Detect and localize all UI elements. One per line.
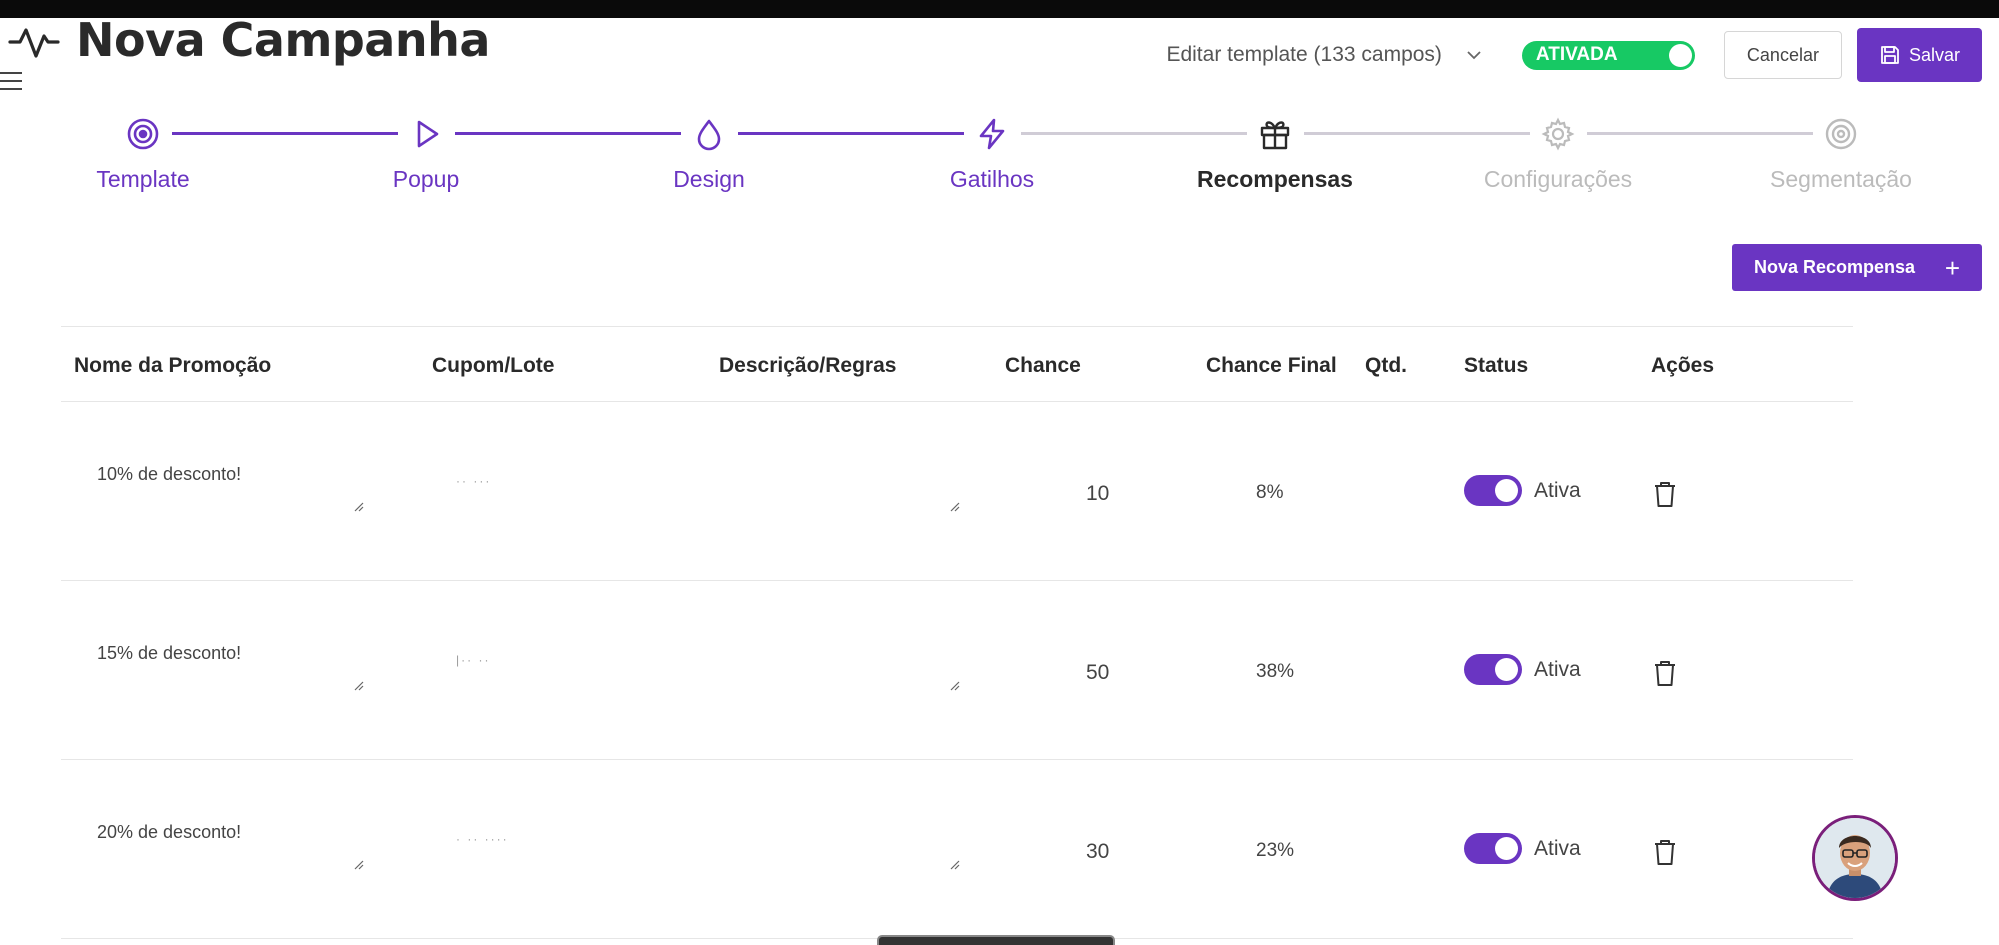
col-quantity: Qtd. [1365, 354, 1407, 377]
step-rewards[interactable]: Recompensas [1155, 110, 1395, 193]
new-reward-label: Nova Recompensa [1754, 257, 1916, 277]
step-label: Segmentação [1770, 166, 1912, 192]
activation-label: ATIVADA [1535, 44, 1618, 65]
save-icon [1881, 46, 1899, 64]
toggle-knob [1495, 479, 1518, 502]
page-title: Nova Campanha [76, 13, 490, 67]
lightning-icon [979, 118, 1005, 150]
rewards-table: Nome da Promoção Cupom/Lote Descrição/Re… [61, 326, 1853, 939]
chance-value[interactable]: 50 [1086, 661, 1109, 685]
final-chance-value: 38% [1256, 661, 1295, 682]
target-icon [1825, 118, 1857, 150]
header-actions: Editar template (133 campos) ATIVADA Can… [1166, 28, 1982, 82]
target-icon [127, 118, 159, 150]
status-label: Ativa [1534, 478, 1581, 502]
status-label: Ativa [1534, 657, 1581, 681]
person-avatar-icon [1815, 818, 1895, 898]
bottom-overlay-tab[interactable] [877, 935, 1115, 945]
play-icon [417, 120, 439, 148]
col-description: Descrição/Regras [719, 354, 897, 377]
coupon-field[interactable]: |·· ·· [456, 653, 490, 667]
toggle-knob [1495, 837, 1518, 860]
status-label: Ativa [1534, 836, 1581, 860]
save-button[interactable]: Salvar [1856, 28, 1982, 82]
template-select[interactable]: Editar template (133 campos) [1166, 43, 1483, 67]
step-triggers[interactable]: Gatilhos [872, 110, 1112, 193]
step-template[interactable]: Template [23, 110, 263, 193]
resize-handle-icon[interactable] [950, 681, 960, 691]
col-actions: Ações [1651, 354, 1715, 377]
page-header: Nova Campanha [6, 12, 490, 68]
activation-toggle[interactable]: ATIVADA [1521, 40, 1695, 70]
chance-value[interactable]: 30 [1086, 840, 1109, 864]
status-cell: Ativa [1464, 833, 1581, 864]
chance-value[interactable]: 10 [1086, 482, 1109, 506]
new-reward-button[interactable]: Nova Recompensa + [1732, 244, 1982, 291]
final-chance-value: 23% [1256, 840, 1295, 861]
step-label: Design [673, 166, 745, 192]
promo-name-field[interactable]: 15% de desconto! [97, 643, 364, 703]
col-chance: Chance [1005, 354, 1081, 377]
gift-icon [1260, 121, 1290, 150]
cancel-button[interactable]: Cancelar [1723, 31, 1842, 79]
resize-handle-icon[interactable] [950, 502, 960, 512]
table-row: 20% de desconto! · ·· ···· 30 23% Ativa [61, 760, 1853, 939]
step-design[interactable]: Design [589, 110, 829, 193]
status-cell: Ativa [1464, 654, 1581, 685]
status-toggle[interactable] [1464, 654, 1522, 685]
support-avatar[interactable] [1812, 815, 1898, 901]
table-header: Nome da Promoção Cupom/Lote Descrição/Re… [61, 326, 1853, 402]
gear-icon [1541, 117, 1575, 151]
droplet-icon [697, 119, 721, 151]
chevron-down-icon [1467, 51, 1481, 60]
step-label: Gatilhos [949, 166, 1035, 192]
menu-icon[interactable] [0, 70, 24, 92]
resize-handle-icon[interactable] [354, 860, 364, 870]
col-promo-name: Nome da Promoção [74, 354, 272, 377]
activity-icon [6, 12, 62, 68]
campaign-stepper: Template Popup Design Gatilhos Recompens… [0, 110, 1999, 200]
promo-name-text: 20% de desconto! [97, 822, 242, 842]
status-toggle[interactable] [1464, 833, 1522, 864]
template-select-label: Editar template (133 campos) [1166, 43, 1442, 66]
step-label: Recompensas [1197, 166, 1353, 192]
final-chance-value: 8% [1256, 482, 1284, 503]
toggle-knob [1495, 658, 1518, 681]
coupon-field[interactable]: ·· ··· [456, 474, 491, 488]
coupon-field[interactable]: · ·· ···· [456, 832, 509, 846]
step-label: Template [96, 166, 190, 192]
promo-name-field[interactable]: 10% de desconto! [97, 464, 364, 524]
resize-handle-icon[interactable] [354, 502, 364, 512]
step-settings[interactable]: Configurações [1438, 110, 1678, 193]
step-label: Popup [392, 166, 460, 192]
toggle-knob [1668, 43, 1692, 67]
step-segmentation[interactable]: Segmentação [1721, 110, 1961, 193]
save-label: Salvar [1908, 44, 1960, 65]
resize-handle-icon[interactable] [950, 860, 960, 870]
trash-icon[interactable] [1652, 659, 1678, 687]
table-row: 15% de desconto! |·· ·· 50 38% Ativa [61, 581, 1853, 760]
trash-icon[interactable] [1652, 480, 1678, 508]
trash-icon[interactable] [1652, 838, 1678, 866]
promo-name-text: 15% de desconto! [97, 643, 242, 663]
resize-handle-icon[interactable] [354, 681, 364, 691]
promo-name-field[interactable]: 20% de desconto! [97, 822, 364, 882]
step-popup[interactable]: Popup [306, 110, 546, 193]
promo-name-text: 10% de desconto! [97, 464, 242, 484]
status-cell: Ativa [1464, 475, 1581, 506]
plus-icon: + [1944, 252, 1960, 283]
table-row: 10% de desconto! ·· ··· 10 8% Ativa [61, 402, 1853, 581]
col-coupon: Cupom/Lote [432, 354, 555, 377]
step-label: Configurações [1483, 166, 1633, 192]
status-toggle[interactable] [1464, 475, 1522, 506]
col-status: Status [1464, 354, 1529, 377]
col-final-chance: Chance Final [1206, 354, 1337, 377]
